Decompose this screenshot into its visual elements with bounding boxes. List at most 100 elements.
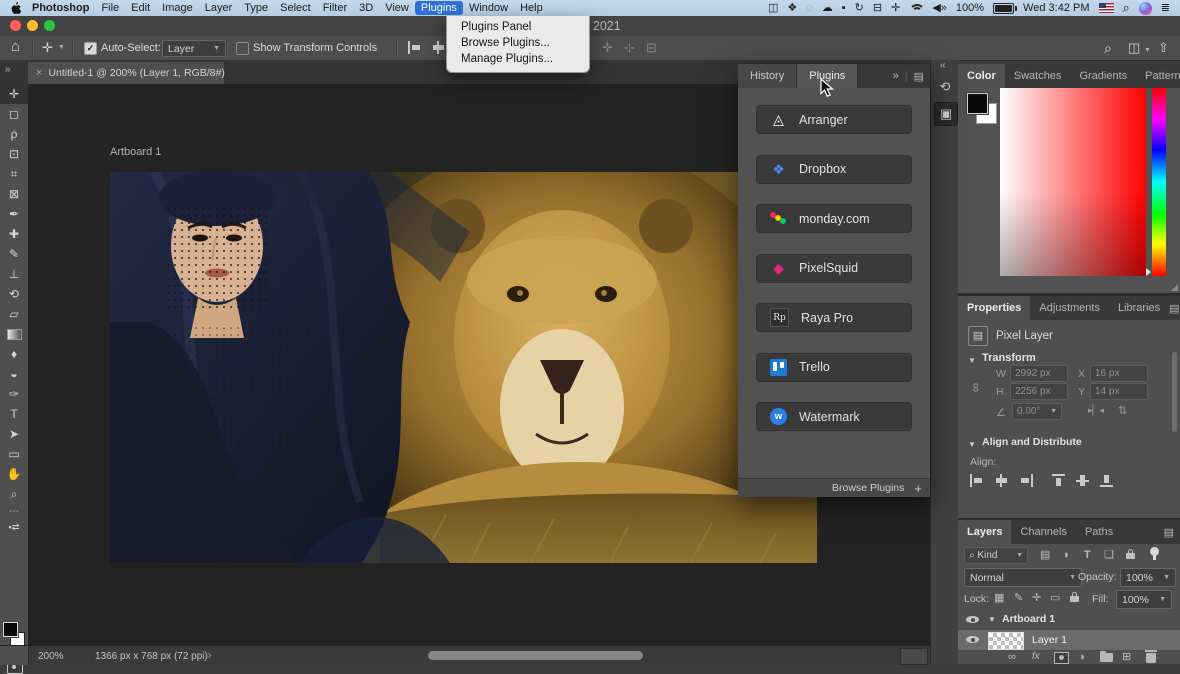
lock-paint-icon[interactable]: ✎ [1014, 591, 1023, 605]
filter-smart-objects-icon[interactable] [1126, 549, 1135, 560]
auto-select-checkbox[interactable]: ✓ [84, 42, 97, 55]
show-transform-checkbox[interactable] [236, 42, 249, 55]
plus-icon[interactable]: + [914, 481, 922, 496]
align-right-edges-button[interactable] [1018, 474, 1033, 487]
lasso-tool[interactable]: ρ [0, 124, 28, 144]
zoom-level-field[interactable]: 200% [38, 651, 64, 662]
layer-row-artboard[interactable]: ▼ Artboard 1 [958, 610, 1180, 630]
eyedropper-tool[interactable]: ✒ [0, 204, 28, 224]
menubar-item[interactable]: View [379, 1, 415, 15]
vertical-scrollbar[interactable] [1172, 352, 1177, 432]
crop-tool[interactable]: ⌗ [0, 164, 28, 184]
chevron-down-icon[interactable]: ▼ [968, 356, 976, 365]
align-horizontal-centers-button[interactable] [431, 41, 446, 54]
tab-libraries[interactable]: Libraries [1109, 296, 1169, 320]
panel-menu-icon[interactable]: ▤ [1164, 526, 1180, 539]
tab-gradients[interactable]: Gradients [1070, 64, 1136, 88]
home-icon[interactable]: ⌂ [11, 38, 20, 56]
plugin-item[interactable]: Rp Raya Pro [756, 303, 912, 332]
menubar-clock[interactable]: Wed 3:42 PM [1023, 2, 1089, 14]
layer-effects-icon[interactable]: fx [1032, 650, 1040, 664]
siri-icon[interactable] [1138, 1, 1152, 15]
plugin-item[interactable]: ◬ Arranger [756, 105, 912, 134]
tab-swatches[interactable]: Swatches [1005, 64, 1071, 88]
menubar-item[interactable]: 3D [353, 1, 379, 15]
workspace-icon[interactable]: ◫ [1128, 39, 1140, 57]
plugin-item[interactable]: w Watermark [756, 402, 912, 431]
align-bottom-edges-button[interactable] [1100, 474, 1115, 487]
close-window-button[interactable] [10, 20, 21, 31]
close-tab-icon[interactable]: × [36, 67, 42, 79]
add-mask-icon[interactable] [1054, 652, 1069, 664]
menubar-item[interactable]: Select [274, 1, 317, 15]
menubar-item[interactable]: Plugins [414, 1, 463, 15]
delete-layer-icon[interactable] [1145, 650, 1157, 663]
x-field[interactable]: 16 px [1090, 365, 1148, 382]
control-center-icon[interactable]: ≣ [1161, 1, 1170, 15]
tab-channels[interactable]: Channels [1011, 520, 1075, 544]
history-brush-tool[interactable]: ⟲ [0, 284, 28, 304]
menubar-item[interactable]: File [95, 1, 125, 15]
align-horizontal-centers-button[interactable] [994, 474, 1009, 487]
foreground-color-swatch[interactable] [2, 621, 19, 638]
chevron-down-icon[interactable]: ▼ [1144, 42, 1151, 60]
shape-tool[interactable]: ▭ [0, 444, 28, 464]
zoom-tool[interactable]: ⌕ [0, 484, 28, 504]
lock-transparency-icon[interactable]: ▦ [994, 591, 1004, 605]
plugin-item[interactable]: ◆ PixelSquid [756, 253, 912, 283]
hue-slider[interactable] [1152, 88, 1166, 276]
minimize-window-button[interactable] [27, 20, 38, 31]
status-chevron-icon[interactable]: › [208, 650, 211, 661]
icloud-icon[interactable]: ☁ [822, 1, 833, 15]
layer-thumbnail[interactable] [988, 632, 1024, 650]
dodge-tool[interactable]: ◒ [0, 364, 28, 384]
link-dimensions-icon[interactable]: ∞ [969, 383, 984, 392]
creative-cloud-icon[interactable]: ◌ [806, 1, 813, 15]
saturation-brightness-field[interactable] [1000, 88, 1146, 276]
swap-colors-icon[interactable]: ▪⇄ [0, 520, 28, 534]
link-layers-icon[interactable]: ∞ [1008, 650, 1016, 664]
y-field[interactable]: 14 px [1090, 383, 1148, 400]
screen-mirroring-icon[interactable]: ◫ [768, 1, 778, 15]
move-tool[interactable]: ✛ [0, 84, 28, 104]
wifi-icon[interactable] [909, 3, 926, 14]
double-chevron-left-icon[interactable]: « [940, 60, 946, 71]
lock-artboard-icon[interactable]: ▭ [1050, 591, 1060, 605]
move-tool-icon[interactable]: ✛ [42, 39, 53, 57]
flip-vertical-icon[interactable]: ⇅ [1118, 404, 1127, 417]
align-top-edges-button[interactable] [1052, 474, 1067, 487]
width-field[interactable]: 2992 px [1010, 365, 1068, 382]
tab-history[interactable]: History [738, 64, 798, 88]
transform-section-title[interactable]: Transform [982, 352, 1036, 364]
browse-plugins-button[interactable]: Browse Plugins [832, 482, 904, 494]
lock-position-icon[interactable]: ✛ [1032, 591, 1041, 605]
marquee-tool[interactable]: ◻ [0, 104, 28, 124]
search-icon[interactable]: ⌕ [1104, 39, 1112, 57]
visibility-eye-icon[interactable] [966, 613, 979, 626]
tab-color[interactable]: Color [958, 64, 1005, 88]
align-left-edges-button[interactable] [408, 41, 423, 54]
double-chevron-right-icon[interactable]: » [893, 70, 899, 82]
camera-status-icon[interactable]: ▪ [842, 1, 846, 15]
apple-menu-icon[interactable] [10, 1, 22, 15]
menubar-item[interactable]: Image [156, 1, 199, 15]
horizontal-scrollbar[interactable] [428, 651, 643, 660]
tab-properties[interactable]: Properties [958, 296, 1031, 320]
healing-brush-tool[interactable]: ✚ [0, 224, 28, 244]
spotlight-search-icon[interactable]: ⌕ [1123, 1, 1130, 15]
filter-shape-layers-icon[interactable]: ❏ [1104, 548, 1114, 562]
align-vertical-centers-button[interactable] [1076, 474, 1091, 487]
plugins-menu-item[interactable]: Browse Plugins... [447, 35, 589, 51]
double-chevron-right-icon[interactable]: » [5, 64, 11, 75]
foreground-color-swatch[interactable] [966, 92, 989, 115]
3d-orbit-icon[interactable]: ⊹ [624, 39, 635, 57]
artboard-label[interactable]: Artboard 1 [110, 146, 161, 158]
align-section-title[interactable]: Align and Distribute [982, 436, 1082, 448]
input-language-flag-icon[interactable] [1098, 3, 1114, 13]
fill-field[interactable]: 100% ▼ [1116, 590, 1172, 609]
type-tool[interactable]: T [0, 404, 28, 424]
dropbox-status-icon[interactable]: ❖ [787, 1, 797, 15]
plugin-item[interactable]: monday.com [756, 204, 912, 233]
menubar-item[interactable]: Filter [317, 1, 353, 15]
accessibility-icon[interactable]: ✛ [891, 1, 900, 15]
